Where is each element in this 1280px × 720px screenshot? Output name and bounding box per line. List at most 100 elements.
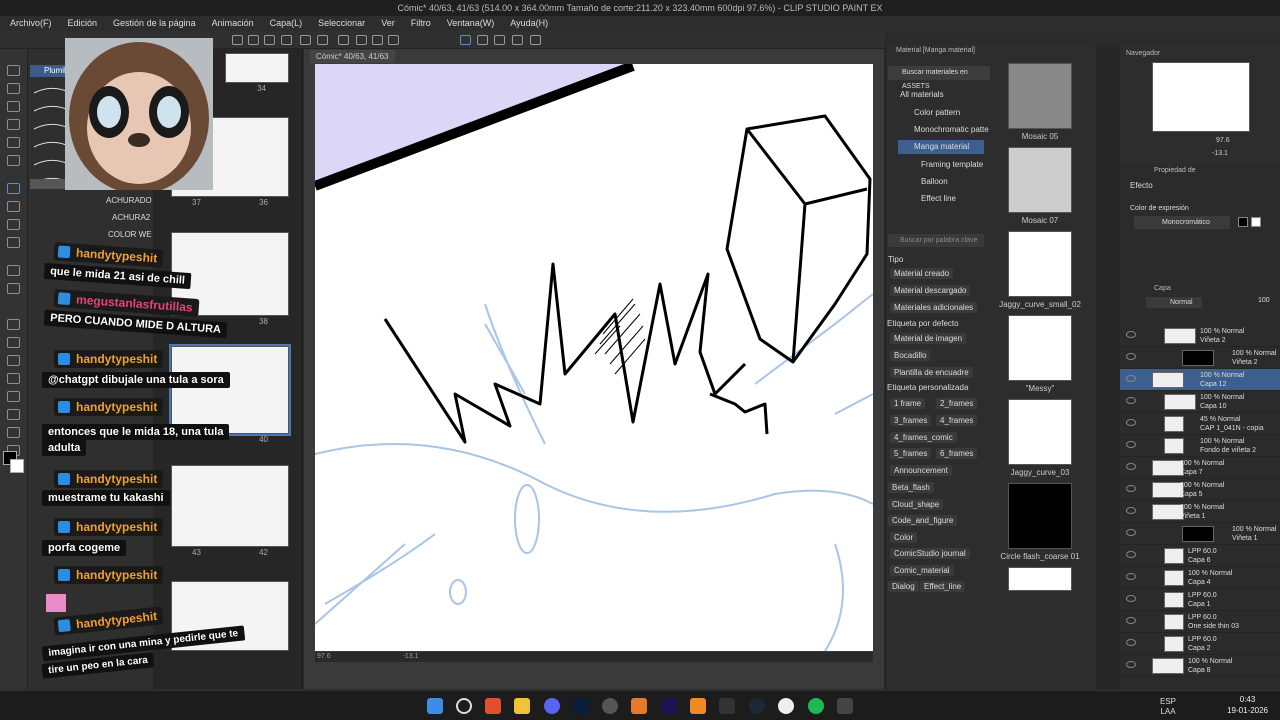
- tree-color-pattern[interactable]: Color pattern: [906, 106, 960, 120]
- navigator-preview[interactable]: [1152, 62, 1250, 132]
- blend-mode-select[interactable]: Normal: [1146, 297, 1202, 308]
- layer-row-selected[interactable]: 100 % Normal Capa 12: [1120, 369, 1280, 391]
- eye-icon[interactable]: [1126, 639, 1136, 646]
- eye-icon[interactable]: [1126, 419, 1136, 426]
- tag-4-frames-comic[interactable]: 4_frames_comic: [890, 432, 957, 443]
- tag-materiales-adicionales[interactable]: Materiales adicionales: [890, 302, 978, 313]
- layer-row[interactable]: 100 % Normal Capa 8: [1120, 655, 1280, 677]
- menu-ventana[interactable]: Ventana(W): [447, 16, 495, 31]
- undo-icon[interactable]: [300, 35, 311, 45]
- tag-material-imagen[interactable]: Material de imagen: [890, 333, 967, 344]
- sub-color-swatch[interactable]: [10, 459, 24, 473]
- snap-ruler-icon[interactable]: [460, 35, 471, 45]
- eye-icon[interactable]: [1126, 463, 1136, 470]
- tag-color[interactable]: Color: [890, 532, 918, 543]
- redo-icon[interactable]: [317, 35, 328, 45]
- material-messy[interactable]: [1008, 315, 1072, 381]
- brave-icon[interactable]: [485, 698, 501, 714]
- eye-icon[interactable]: [1126, 595, 1136, 602]
- menu-edicion[interactable]: Edición: [68, 16, 98, 31]
- search-assets-button[interactable]: Buscar materiales en ASSETS: [888, 66, 990, 90]
- select-all-icon[interactable]: [338, 35, 349, 45]
- tag-beta-flash[interactable]: Beta_flash: [888, 482, 934, 493]
- premiere-icon[interactable]: [661, 698, 677, 714]
- eye-icon[interactable]: [1126, 375, 1136, 382]
- material-circle-flash[interactable]: [1008, 483, 1072, 549]
- ruler-icon[interactable]: [7, 391, 20, 402]
- menu-gestion-pagina[interactable]: Gestión de la página: [113, 16, 196, 31]
- material-mosaic-07[interactable]: [1008, 147, 1072, 213]
- eye-icon[interactable]: [1126, 353, 1136, 360]
- menu-capa[interactable]: Capa(L): [270, 16, 303, 31]
- zoom-icon[interactable]: [7, 65, 20, 76]
- layer-row[interactable]: 100 % Normal Viñeta 2: [1120, 325, 1280, 347]
- tree-monochromatic[interactable]: Monochromatic patte: [906, 123, 989, 137]
- eyedropper-icon[interactable]: [7, 155, 20, 166]
- fill-tool-icon[interactable]: [7, 319, 20, 330]
- layer-row[interactable]: LPP 60.0 One side thin 03: [1120, 611, 1280, 633]
- gradient-icon[interactable]: [7, 337, 20, 348]
- material-jaggy-curve-03[interactable]: [1008, 399, 1072, 465]
- file-explorer-icon[interactable]: [514, 698, 530, 714]
- tree-balloon[interactable]: Balloon: [912, 175, 948, 189]
- menu-ayuda[interactable]: Ayuda(H): [510, 16, 548, 31]
- balloon-icon[interactable]: [7, 427, 20, 438]
- tag-code-and-figure[interactable]: Code_and_figure: [888, 515, 958, 526]
- text-icon[interactable]: [7, 409, 20, 420]
- settings-icon[interactable]: [530, 35, 541, 45]
- steam-icon[interactable]: [749, 698, 765, 714]
- eye-icon[interactable]: [1126, 397, 1136, 404]
- black-swatch[interactable]: [1238, 217, 1248, 227]
- tree-framing-template[interactable]: Framing template: [912, 158, 983, 172]
- hand-icon[interactable]: [7, 83, 20, 94]
- subtool-achurado[interactable]: ACHURADO: [106, 196, 152, 205]
- tag-comic-material[interactable]: Comic_material: [890, 565, 954, 576]
- navigator-angle[interactable]: -13.1: [1212, 150, 1228, 157]
- menu-seleccionar[interactable]: Seleccionar: [318, 16, 365, 31]
- eye-icon[interactable]: [1126, 529, 1136, 536]
- layer-row[interactable]: 100 % Normal Capa 4: [1120, 567, 1280, 589]
- pencil-icon[interactable]: [7, 201, 20, 212]
- layer-row[interactable]: 100 % Normal Capa 10: [1120, 391, 1280, 413]
- white-swatch[interactable]: [1251, 217, 1261, 227]
- subtool-achura2[interactable]: ACHURA2: [112, 213, 150, 222]
- tag-dialog[interactable]: Dialog: [888, 581, 919, 592]
- pen-icon[interactable]: [7, 183, 20, 194]
- select-icon[interactable]: [7, 119, 20, 130]
- input-language[interactable]: ESP LAA: [1160, 697, 1176, 717]
- material-jaggy-curve-small-02[interactable]: [1008, 231, 1072, 297]
- layer-row[interactable]: 100 % Normal Viñeta 1: [1120, 523, 1280, 545]
- discord-icon[interactable]: [544, 698, 560, 714]
- app-icon[interactable]: [690, 698, 706, 714]
- tag-1-frame[interactable]: 1 frame: [890, 398, 926, 409]
- eye-icon[interactable]: [1126, 573, 1136, 580]
- frame-icon[interactable]: [7, 373, 20, 384]
- eye-icon[interactable]: [1126, 485, 1136, 492]
- system-clock[interactable]: 0:43 19-01-2026: [1227, 694, 1268, 716]
- keyword-search-input[interactable]: Buscar por palabra clave: [888, 234, 984, 247]
- eye-icon[interactable]: [1126, 617, 1136, 624]
- menu-filtro[interactable]: Filtro: [411, 16, 431, 31]
- snap-special-icon[interactable]: [477, 35, 488, 45]
- tree-manga-material[interactable]: Manga material: [898, 140, 984, 154]
- layer-row[interactable]: 100 % Normal Viñeta 2: [1120, 347, 1280, 369]
- tag-effect-line[interactable]: Effect_line: [920, 581, 966, 592]
- spotify-icon[interactable]: [808, 698, 824, 714]
- material-mosaic-05[interactable]: [1008, 63, 1072, 129]
- tag-bocadillo[interactable]: Bocadillo: [890, 350, 931, 361]
- tag-material-creado[interactable]: Material creado: [890, 268, 954, 279]
- photoshop-icon[interactable]: [573, 698, 589, 714]
- eye-icon[interactable]: [1126, 551, 1136, 558]
- tag-plantilla-encuadre[interactable]: Plantilla de encuadre: [890, 367, 973, 378]
- eye-icon[interactable]: [1126, 661, 1136, 668]
- app-icon[interactable]: [837, 698, 853, 714]
- layer-row[interactable]: 45 % Normal CAP 1_041N - copia: [1120, 413, 1280, 435]
- eye-icon[interactable]: [1126, 331, 1136, 338]
- blend-icon[interactable]: [7, 283, 20, 294]
- tag-announcement[interactable]: Announcement: [890, 465, 952, 476]
- save-icon[interactable]: [264, 35, 275, 45]
- lasso-icon[interactable]: [7, 137, 20, 148]
- menu-animacion[interactable]: Animación: [212, 16, 254, 31]
- menu-ver[interactable]: Ver: [381, 16, 395, 31]
- move-icon[interactable]: [7, 101, 20, 112]
